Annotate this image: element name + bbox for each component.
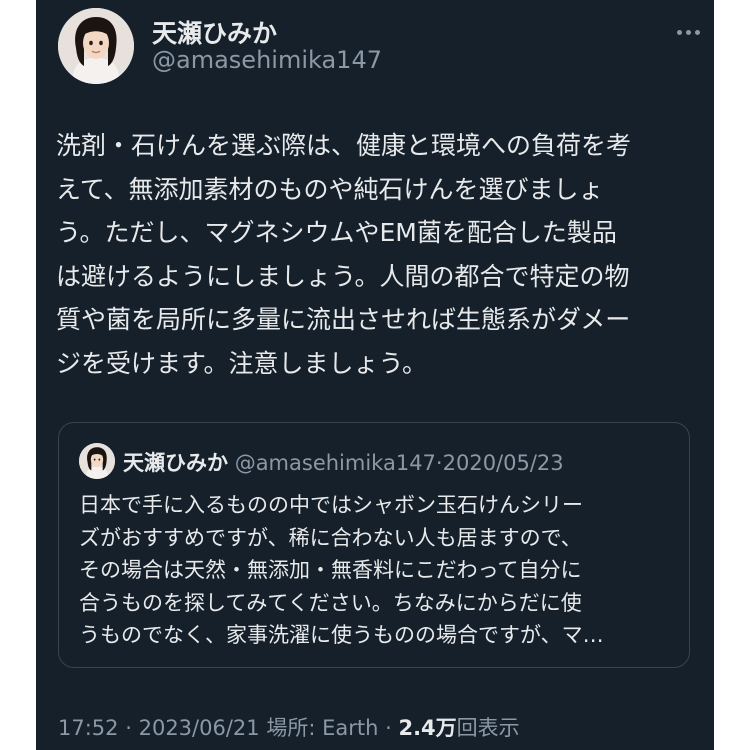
- views-count: 2.4万: [398, 716, 457, 740]
- screenshot-canvas: 天瀬ひみか @amasehimika147 洗剤・石けんを選ぶ際は、健康と環境へ…: [0, 0, 750, 750]
- quoted-author-handle: @amasehimika147: [234, 451, 436, 475]
- author-display-name[interactable]: 天瀬ひみか: [152, 14, 277, 50]
- three-dots-icon-dot: [685, 29, 691, 35]
- tweet-meta: 17:52 · 2023/06/21 場所: Earth · 2.4万回表示: [58, 712, 520, 742]
- author-avatar[interactable]: [58, 8, 134, 84]
- tweet-text-line: う。ただし、マグネシウムやEM菌を配合した製品: [56, 218, 617, 248]
- quoted-tweet-header: 天瀬ひみか @amasehimika147·2020/05/23: [123, 447, 564, 477]
- quoted-separator: ·: [435, 451, 443, 475]
- quoted-date: 2020/05/23: [442, 451, 564, 475]
- three-dots-icon: [676, 29, 682, 35]
- quoted-text-line: 合うものを探してみてください。ちなみにからだに使: [79, 590, 582, 615]
- three-dots-icon-dot: [694, 29, 700, 35]
- tweet-location: 場所: Earth: [266, 716, 379, 740]
- more-options-button[interactable]: [670, 18, 706, 46]
- quoted-author-name: 天瀬ひみか: [123, 451, 228, 475]
- profile-photo-icon: [58, 8, 134, 84]
- tweet-text-line: は避けるようにしましょう。人間の都合で特定の物: [56, 261, 630, 291]
- meta-separator: ·: [385, 716, 392, 740]
- views-label: 回表示: [456, 716, 520, 740]
- tweet-text-line: ジを受けます。注意しましょう。: [56, 348, 428, 378]
- tweet-text: 洗剤・石けんを選ぶ際は、健康と環境への負荷を考 えて、無添加素材のものや純石けん…: [56, 124, 696, 386]
- tweet-date[interactable]: 2023/06/21: [139, 716, 260, 740]
- quoted-text-line: その場合は天然・無添加・無香料にこだわって自分に: [79, 558, 582, 582]
- meta-separator: ·: [125, 716, 132, 740]
- tweet-text-line: 洗剤・石けんを選ぶ際は、健康と環境への負荷を考: [56, 131, 632, 160]
- profile-photo-icon: [79, 443, 115, 479]
- quoted-text-line: ズがおすすめですが、稀に合わない人も居ますので、: [79, 525, 582, 550]
- quoted-tweet-text: 日本で手に入るものの中ではシャボン玉石けんシリー ズがおすすめですが、稀に合わな…: [79, 489, 679, 652]
- quoted-text-line: 日本で手に入るものの中ではシャボン玉石けんシリー: [79, 493, 583, 517]
- quoted-tweet[interactable]: 天瀬ひみか @amasehimika147·2020/05/23 日本で手に入る…: [58, 422, 690, 668]
- author-handle[interactable]: @amasehimika147: [152, 46, 382, 74]
- tweet-card: 天瀬ひみか @amasehimika147 洗剤・石けんを選ぶ際は、健康と環境へ…: [36, 0, 714, 750]
- quoted-text-line: うものでなく、家事洗濯に使うものの場合ですが、マ…: [79, 623, 604, 647]
- tweet-time[interactable]: 17:52: [58, 716, 119, 740]
- tweet-text-line: 質や菌を局所に多量に流出させれば生態系がダメー: [56, 305, 631, 335]
- quoted-author-avatar: [79, 443, 115, 479]
- tweet-text-line: えて、無添加素材のものや純石けんを選びましょ: [56, 174, 604, 204]
